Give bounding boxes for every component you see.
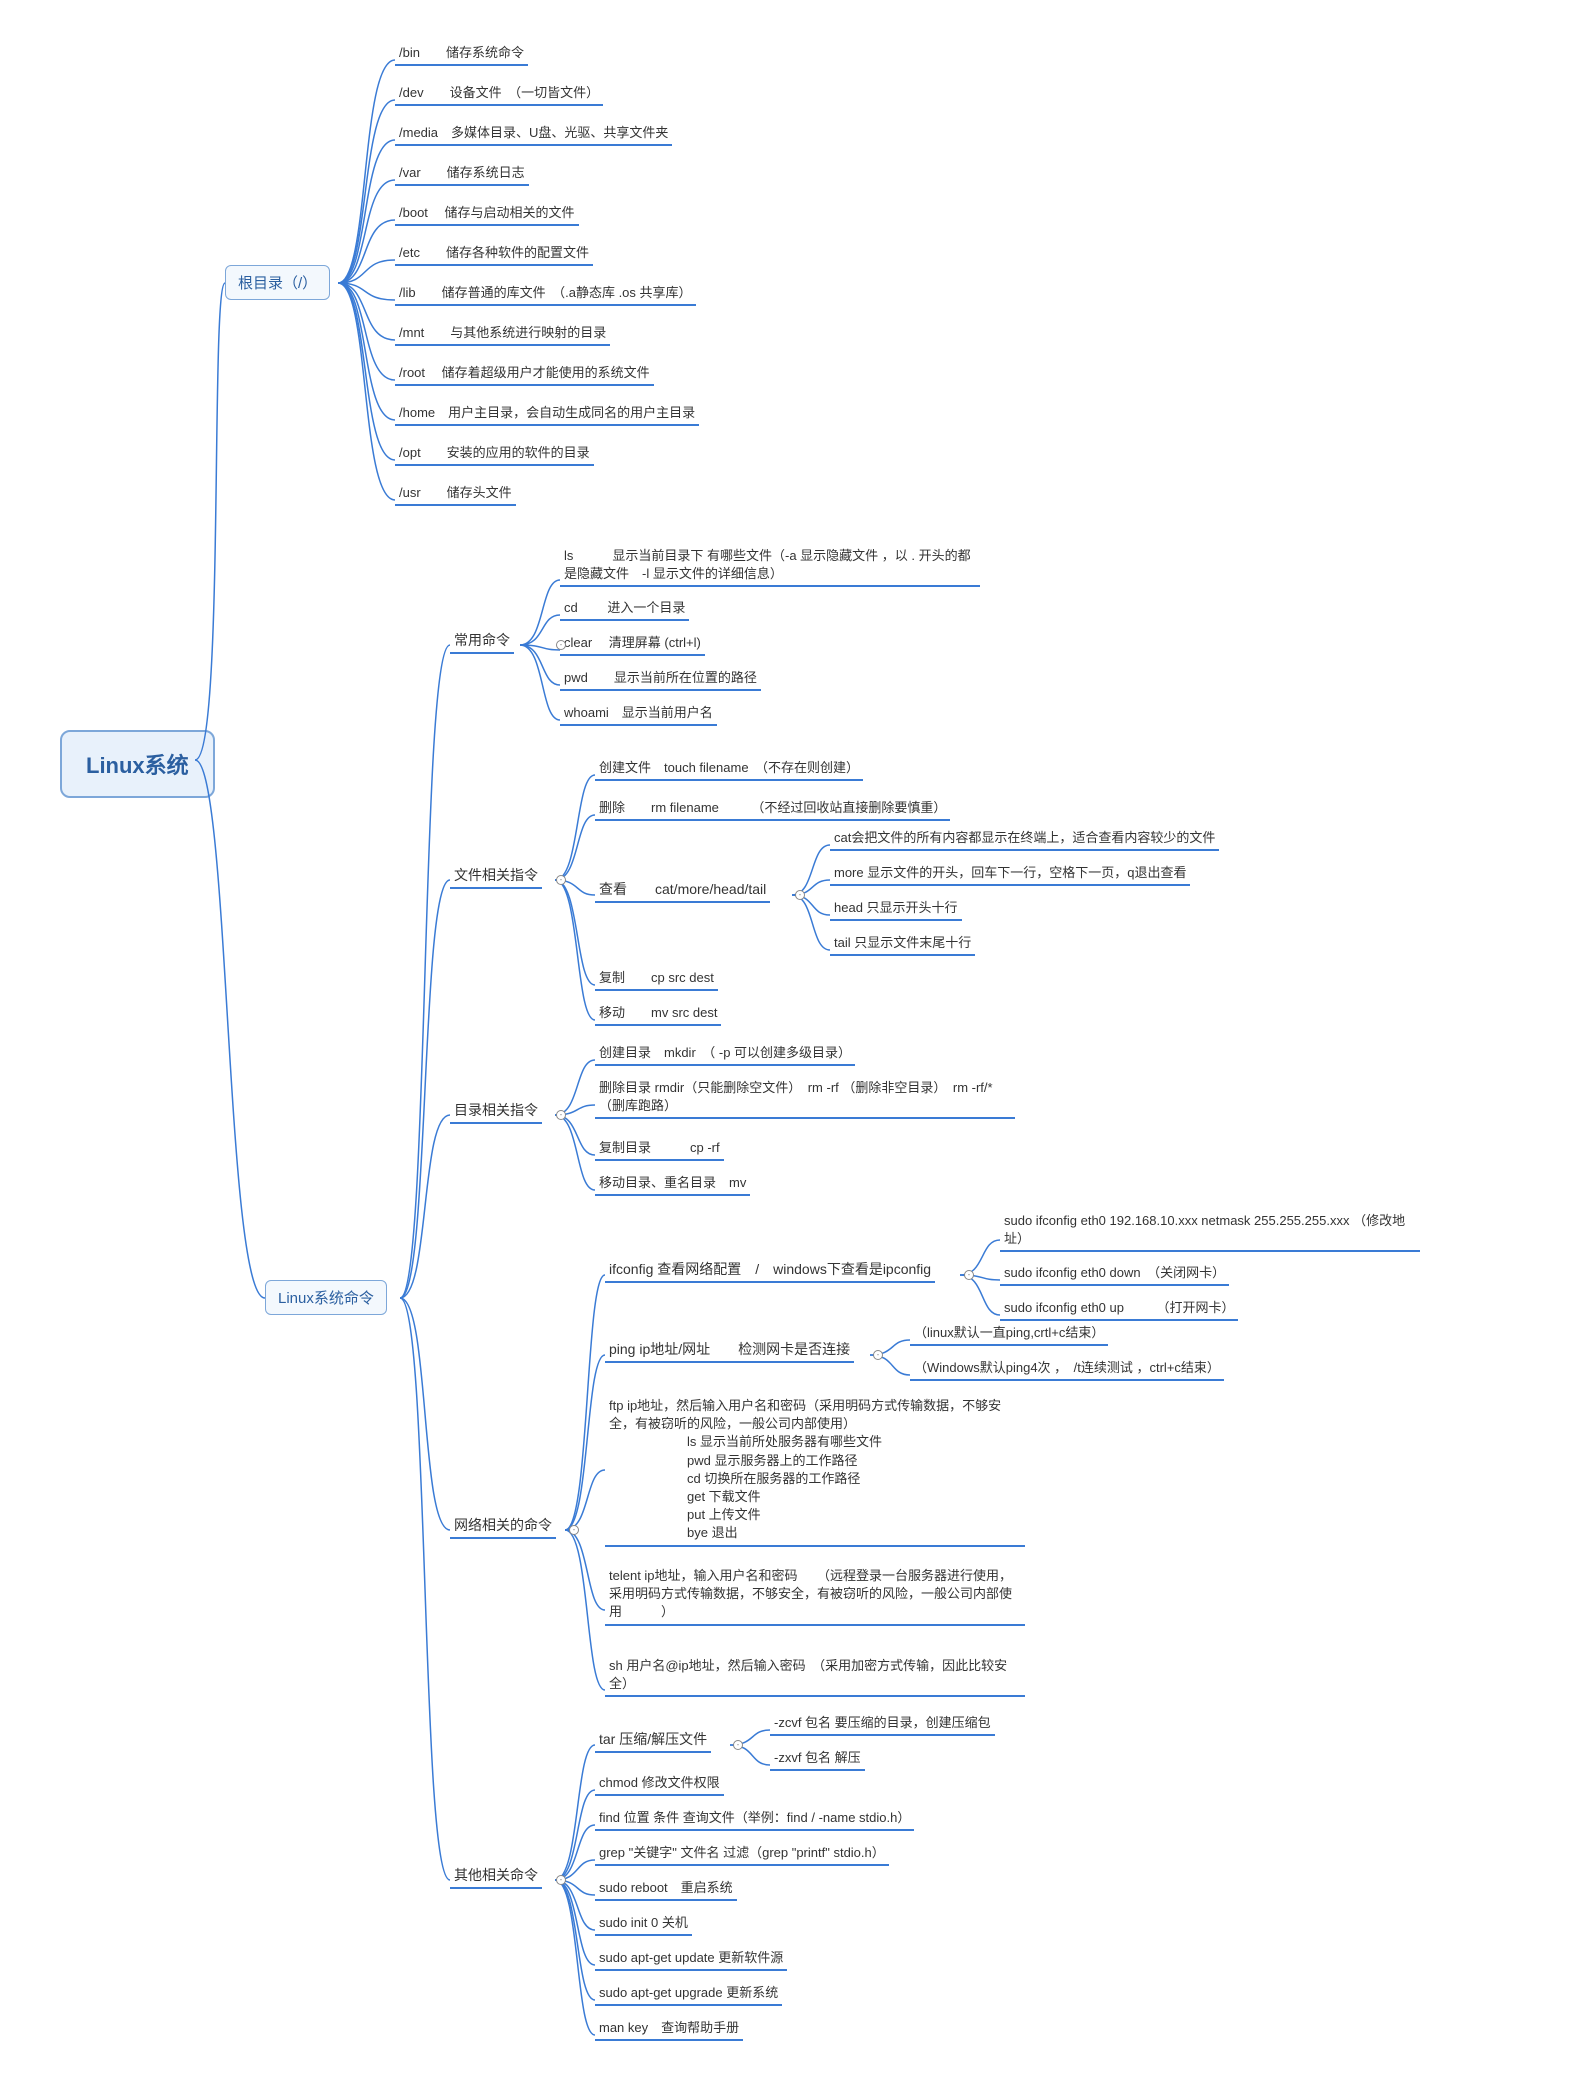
leaf-cprf: 复制目录 cp -rf xyxy=(595,1137,724,1161)
leaf-root: /root 储存着超级用户才能使用的系统文件 xyxy=(395,362,654,386)
sub-dir-cmd: 目录相关指令 xyxy=(450,1098,542,1124)
leaf-touch: 创建文件 touch filename （不存在则创建） xyxy=(595,757,863,781)
root-node: Linux系统 xyxy=(60,730,215,798)
leaf-ifconfig: ifconfig 查看网络配置 / windows下查看是ipconfig xyxy=(605,1257,935,1283)
leaf-etc: /etc 储存各种软件的配置文件 xyxy=(395,242,593,266)
leaf-view: 查看 cat/more/head/tail xyxy=(595,877,770,903)
sub-other-cmd: 其他相关命令 xyxy=(450,1863,542,1889)
collapse-icon[interactable]: - xyxy=(873,1350,883,1360)
leaf-tar: tar 压缩/解压文件 xyxy=(595,1727,711,1753)
leaf-home: /home 用户主目录，会自动生成同名的用户主目录 xyxy=(395,402,699,426)
collapse-icon[interactable]: - xyxy=(569,1525,579,1535)
leaf-ping-0: （linux默认一直ping,crtl+c结束） xyxy=(910,1322,1108,1346)
leaf-chmod: chmod 修改文件权限 xyxy=(595,1772,724,1796)
collapse-icon[interactable]: - xyxy=(964,1270,974,1280)
leaf-whoami: whoami 显示当前用户名 xyxy=(560,702,717,726)
leaf-aptupg: sudo apt-get upgrade 更新系统 xyxy=(595,1982,782,2006)
leaf-find: find 位置 条件 查询文件（举例：find / -name stdio.h） xyxy=(595,1807,914,1831)
leaf-rmdir: 删除目录 rmdir（只能删除空文件） rm -rf （删除非空目录） rm -… xyxy=(595,1077,1015,1119)
leaf-mnt: /mnt 与其他系统进行映射的目录 xyxy=(395,322,610,346)
leaf-head: head 只显示开头十行 xyxy=(830,897,962,921)
branch-root-dir: 根目录（/） xyxy=(225,265,330,300)
leaf-opt: /opt 安装的应用的软件的目录 xyxy=(395,442,594,466)
leaf-dev: /dev 设备文件 （一切皆文件） xyxy=(395,82,603,106)
leaf-ifc-1: sudo ifconfig eth0 down （关闭网卡） xyxy=(1000,1262,1229,1286)
leaf-rm: 删除 rm filename （不经过回收站直接删除要慎重） xyxy=(595,797,950,821)
leaf-mkdir: 创建目录 mkdir （ -p 可以创建多级目录） xyxy=(595,1042,855,1066)
leaf-ifc-0: sudo ifconfig eth0 192.168.10.xxx netmas… xyxy=(1000,1210,1420,1252)
leaf-lib: /lib 储存普通的库文件 （.a静态库 .os 共享库） xyxy=(395,282,696,306)
leaf-ls: ls 显示当前目录下 有哪些文件（-a 显示隐藏文件 ，以 . 开头的都是隐藏文… xyxy=(560,545,980,587)
leaf-sh: sh 用户名@ip地址，然后输入密码 （采用加密方式传输，因此比较安全） xyxy=(605,1655,1025,1697)
leaf-ifc-2: sudo ifconfig eth0 up （打开网卡） xyxy=(1000,1297,1238,1321)
leaf-tail: tail 只显示文件末尾十行 xyxy=(830,932,975,956)
leaf-cd: cd 进入一个目录 xyxy=(560,597,689,621)
collapse-icon[interactable]: - xyxy=(556,1875,566,1885)
leaf-var: /var 储存系统日志 xyxy=(395,162,529,186)
leaf-mv: 移动 mv src dest xyxy=(595,1002,721,1026)
leaf-tar-0: -zcvf 包名 要压缩的目录，创建压缩包 xyxy=(770,1712,995,1736)
leaf-grep: grep "关键字" 文件名 过滤（grep "printf" stdio.h） xyxy=(595,1842,889,1866)
leaf-aptupd: sudo apt-get update 更新软件源 xyxy=(595,1947,787,1971)
leaf-tar-1: -zxvf 包名 解压 xyxy=(770,1747,865,1771)
leaf-cat: cat会把文件的所有内容都显示在终端上，适合查看内容较少的文件 xyxy=(830,827,1219,851)
sub-common-cmd: 常用命令 xyxy=(450,628,514,654)
leaf-mvdir: 移动目录、重名目录 mv xyxy=(595,1172,750,1196)
leaf-ping-1: （Windows默认ping4次 ， /t连续测试 ，ctrl+c结束） xyxy=(910,1357,1224,1381)
leaf-bin: /bin 储存系统命令 xyxy=(395,42,528,66)
collapse-icon[interactable]: - xyxy=(556,1110,566,1120)
leaf-more: more 显示文件的开头，回车下一行，空格下一页，q退出查看 xyxy=(830,862,1190,886)
leaf-ping: ping ip地址/网址 检测网卡是否连接 xyxy=(605,1337,854,1363)
leaf-pwd: pwd 显示当前所在位置的路径 xyxy=(560,667,761,691)
branch-linux-cmd: Linux系统命令 xyxy=(265,1280,387,1315)
leaf-init0: sudo init 0 关机 xyxy=(595,1912,692,1936)
leaf-cp: 复制 cp src dest xyxy=(595,967,718,991)
leaf-ftp: ftp ip地址，然后输入用户名和密码（采用明码方式传输数据，不够安全，有被窃听… xyxy=(605,1395,1025,1547)
leaf-reboot: sudo reboot 重启系统 xyxy=(595,1877,737,1901)
collapse-icon[interactable]: - xyxy=(556,875,566,885)
collapse-icon[interactable]: - xyxy=(733,1740,743,1750)
collapse-icon[interactable]: - xyxy=(795,890,805,900)
sub-file-cmd: 文件相关指令 xyxy=(450,863,542,889)
leaf-clear: clear 清理屏幕 (ctrl+l) xyxy=(560,632,705,656)
leaf-boot: /boot 储存与启动相关的文件 xyxy=(395,202,579,226)
leaf-media: /media 多媒体目录、U盘、光驱、共享文件夹 xyxy=(395,122,672,146)
leaf-telnet: telent ip地址，输入用户名和密码 （远程登录一台服务器进行使用，采用明码… xyxy=(605,1565,1025,1626)
sub-net-cmd: 网络相关的命令 xyxy=(450,1513,556,1539)
leaf-man: man key 查询帮助手册 xyxy=(595,2017,743,2041)
leaf-usr: /usr 储存头文件 xyxy=(395,482,516,506)
collapse-icon[interactable]: - xyxy=(556,640,566,650)
